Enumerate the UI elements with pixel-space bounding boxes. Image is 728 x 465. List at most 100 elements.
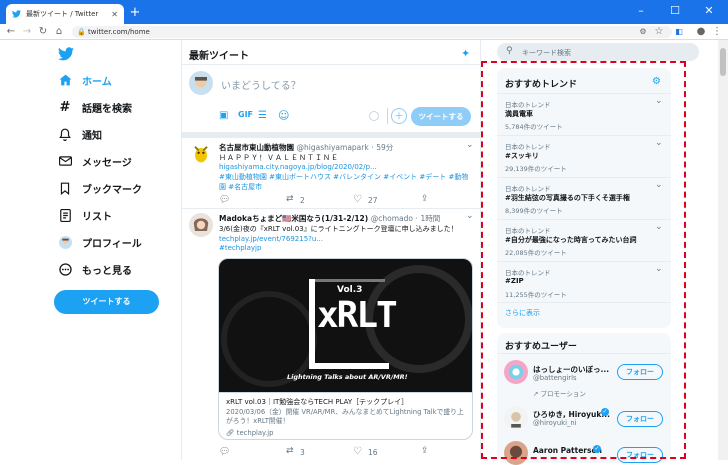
menu-dots-icon[interactable]: ⋮ [710, 25, 724, 39]
account-icon[interactable]: ● [694, 25, 708, 39]
scrollbar-track[interactable] [718, 40, 728, 460]
tweet1-retweet-count: 2 [300, 196, 305, 205]
tweet2-header: Madokaちょまど🇺🇸米国なう(1/31-2/12) @chomado · 1… [219, 214, 441, 223]
tweet1-menu-chevron-icon[interactable]: ⌄ [466, 140, 474, 150]
image-icon[interactable]: ▣ [219, 110, 228, 121]
divider [181, 208, 481, 209]
sparkle-icon[interactable]: ✦ [461, 47, 470, 60]
nav-more-label: もっと見る [82, 265, 132, 277]
forward-icon[interactable]: → [20, 25, 34, 39]
bookmark-star-icon[interactable]: ☆ [652, 25, 666, 39]
card-title: xRLT vol.03｜IT勉強会ならTECH PLAY［テックプレイ］ [226, 398, 409, 406]
card-description: 2020/03/06（金）開催 VR/AR/MR、みんなまとめてLightnin… [226, 408, 464, 425]
compose-input[interactable]: いまどうしてる？ [221, 77, 301, 92]
close-tab-icon[interactable]: ✕ [111, 10, 118, 19]
share-icon[interactable]: ⇪ [421, 194, 429, 204]
card-image-vol: Vol.3 [337, 285, 363, 295]
like-icon[interactable]: ♡ [353, 194, 362, 205]
divider [387, 108, 388, 124]
tweet2-like-count: 16 [368, 448, 378, 457]
nav-lists-label: リスト [82, 211, 112, 223]
maximize-button[interactable]: ☐ [658, 2, 692, 20]
reply-icon[interactable]: 💬︎ [219, 447, 230, 457]
bell-icon [58, 127, 72, 141]
timeline-title: 最新ツイート [189, 51, 249, 62]
nav-profile[interactable]: プロフィール [58, 231, 142, 253]
tweet2-retweet-count: 3 [300, 448, 305, 457]
new-tab-button[interactable]: + [128, 6, 142, 20]
search-input[interactable]: キーワード検索 [522, 48, 571, 58]
home-icon [58, 73, 72, 87]
nav-home[interactable]: ホーム [58, 69, 112, 91]
back-icon[interactable]: ← [4, 25, 18, 39]
add-thread-icon[interactable]: + [391, 108, 407, 124]
like-icon[interactable]: ♡ [353, 446, 362, 457]
nav-profile-label: プロフィール [82, 238, 142, 250]
reload-icon[interactable]: ↻ [36, 25, 50, 39]
minimize-button[interactable]: – [624, 2, 658, 20]
nav-bookmarks-label: ブックマーク [82, 184, 142, 196]
nav-explore-label: 話題を検索 [82, 103, 132, 115]
compose-separator [181, 132, 481, 138]
nav-lists[interactable]: リスト [58, 204, 112, 226]
scrollbar-thumb[interactable] [720, 48, 726, 76]
tweet1-handle[interactable]: @higashiyamapark [297, 143, 369, 152]
tweet2-menu-chevron-icon[interactable]: ⌄ [466, 211, 474, 221]
nav-notifications-label: 通知 [82, 130, 102, 142]
bookmark-icon [58, 181, 72, 195]
profile-avatar-icon [58, 235, 72, 249]
divider [181, 64, 481, 65]
compose-tweet-button[interactable]: ツイートする [411, 107, 471, 126]
url-field[interactable]: twitter.com/home [72, 26, 672, 38]
twitter-favicon-icon [12, 10, 21, 18]
nav-messages-label: メッセージ [82, 157, 132, 169]
search-icon: ⚲ [506, 46, 513, 56]
settings-gear-icon[interactable]: ⚙ [636, 25, 650, 39]
retweet-icon[interactable]: ⇄ [286, 194, 294, 204]
card-domain-text: techplay.jp [236, 429, 274, 437]
reply-icon[interactable]: 💬︎ [219, 195, 230, 205]
home-icon[interactable]: ⌂ [52, 25, 66, 39]
tweet1-time[interactable]: 59分 [376, 143, 393, 152]
list-icon [58, 208, 72, 222]
tweet1-name[interactable]: 名古屋市東山動植物園 [219, 143, 294, 152]
extension-icon[interactable]: ◧ [672, 25, 686, 39]
gif-icon[interactable]: GIF [238, 110, 253, 119]
tweet1-avatar[interactable] [189, 142, 213, 166]
tweet2-link[interactable]: techplay.jp/event/769215?u... [219, 235, 323, 243]
tweet2-hashtag[interactable]: #techplayjp [219, 244, 261, 252]
tweet2-text: 3/6(金)夜の『xRLT vol.03』にライトニングトーク登壇に申し込みまし… [219, 225, 458, 233]
nav-bookmarks[interactable]: ブックマーク [58, 177, 142, 199]
nav-more[interactable]: もっと見る [58, 258, 132, 280]
poll-icon[interactable]: ☰ [258, 110, 267, 121]
nav-explore[interactable]: # 話題を検索 [58, 96, 132, 118]
browser-tab[interactable]: 最新ツイート / Twitter ✕ [6, 4, 124, 24]
more-circle-icon [58, 262, 72, 276]
tweet1-like-count: 27 [368, 196, 378, 205]
tweet2-time[interactable]: 1時間 [420, 214, 440, 223]
nav-notifications[interactable]: 通知 [58, 123, 102, 145]
tweet-button[interactable]: ツイートする [54, 290, 159, 314]
tweet1-link[interactable]: higashiyama.city.nagoya.jp/blog/2020/02/… [219, 163, 377, 171]
tweet1-header: 名古屋市東山動植物園 @higashiyamapark · 59分 [219, 143, 394, 152]
tweet1-text: ＨＡＰＰＹ！ＶＡＬＥＮＴＩＮＥ [219, 154, 339, 162]
retweet-icon[interactable]: ⇄ [286, 446, 294, 456]
nav-home-label: ホーム [82, 76, 112, 88]
card-image-title: xRLT [317, 295, 398, 336]
twitter-logo-icon[interactable] [58, 47, 74, 61]
close-window-button[interactable]: ✕ [692, 2, 726, 20]
char-counter-icon [369, 111, 379, 121]
compose-avatar [189, 71, 213, 95]
envelope-icon [58, 154, 72, 168]
tweet2-handle[interactable]: @chomado [371, 214, 413, 223]
card-image-subtitle: Lightning Talks about AR/VR/MR! [287, 373, 408, 381]
nav-messages[interactable]: メッセージ [58, 150, 132, 172]
emoji-icon[interactable]: ☺ [278, 109, 289, 122]
tweet1-hashtags[interactable]: #東山動植物園 #東山ボートハウス #バレンタイン #イベント #デート #動物… [219, 172, 474, 192]
card-image: xRLT Vol.3 Lightning Talks about AR/VR/M… [219, 259, 472, 392]
tweet2-avatar[interactable] [189, 213, 213, 237]
tweet2-name[interactable]: Madokaちょまど🇺🇸米国なう(1/31-2/12) [219, 214, 368, 223]
lock-icon: 🔒 [77, 28, 86, 36]
link-card[interactable]: xRLT Vol.3 Lightning Talks about AR/VR/M… [218, 258, 473, 440]
share-icon[interactable]: ⇪ [421, 446, 429, 456]
